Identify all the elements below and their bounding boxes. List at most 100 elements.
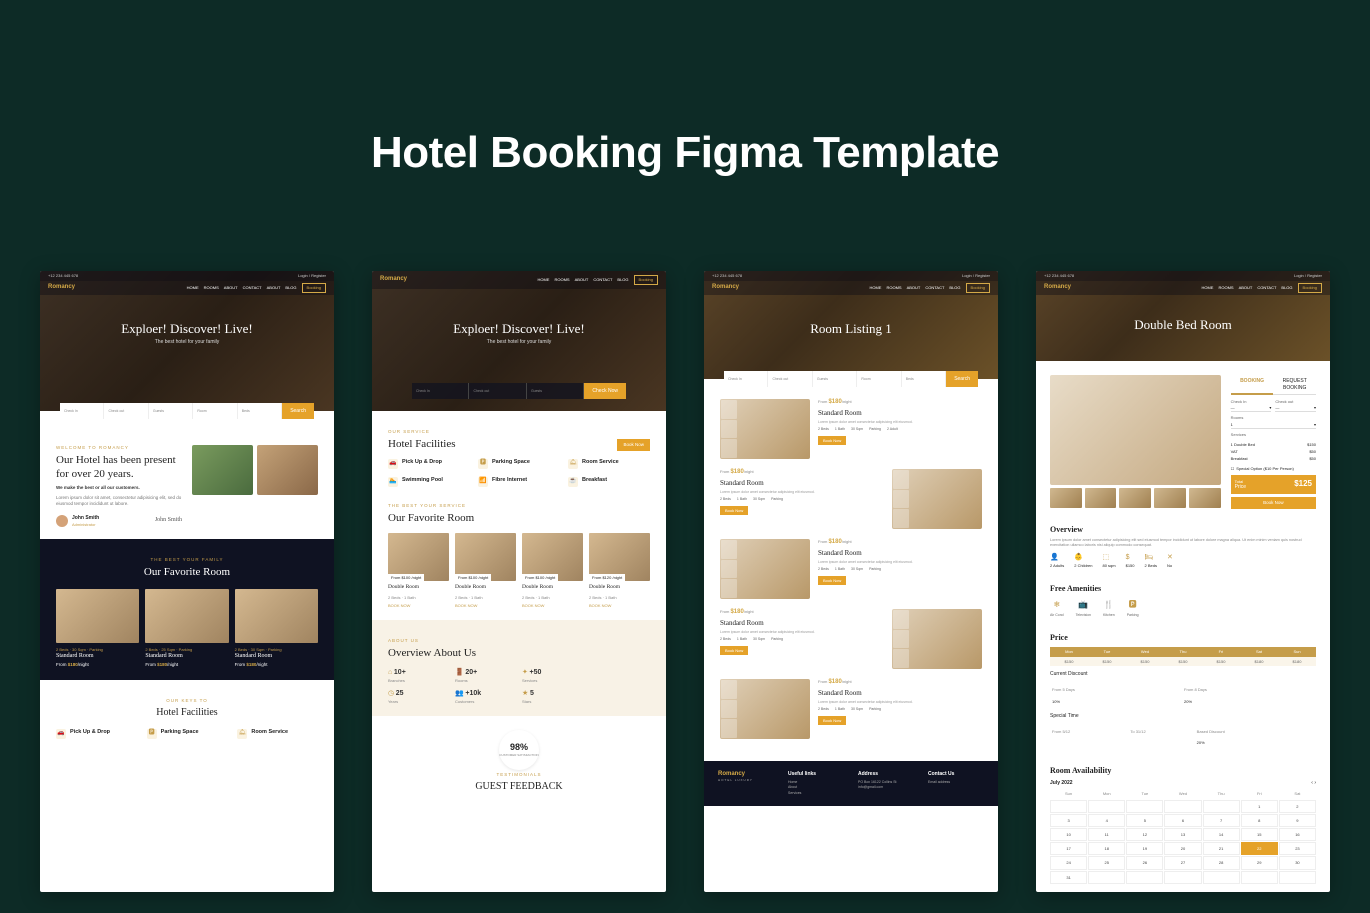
check-button[interactable]: Check Now bbox=[584, 383, 626, 399]
checkin-field[interactable]: Check In bbox=[60, 403, 104, 419]
calendar-day[interactable]: 27 bbox=[1164, 856, 1201, 869]
nav-link[interactable]: ROOMS bbox=[886, 285, 901, 290]
nav-link[interactable]: ABOUT bbox=[907, 285, 921, 290]
book-now-button[interactable]: Book Now bbox=[818, 436, 846, 445]
room-card[interactable]: From $100 /night Double Room 2 Beds · 1 … bbox=[455, 533, 516, 608]
beds-field[interactable]: Beds bbox=[238, 403, 282, 419]
tab-request[interactable]: REQUEST BOOKING bbox=[1273, 375, 1316, 395]
tab-booking[interactable]: BOOKING bbox=[1231, 375, 1274, 395]
calendar-day[interactable]: 6 bbox=[1164, 814, 1201, 827]
calendar-day[interactable]: 14 bbox=[1203, 828, 1240, 841]
room-image[interactable] bbox=[720, 539, 810, 599]
checkin-field[interactable]: Check In bbox=[412, 383, 469, 399]
book-now-link[interactable]: BOOK NOW bbox=[455, 603, 516, 608]
calendar-day[interactable]: 28 bbox=[1203, 856, 1240, 869]
calendar-day[interactable]: 1 bbox=[1241, 800, 1278, 813]
nav-link[interactable]: ROOMS bbox=[204, 285, 219, 290]
room-image[interactable] bbox=[720, 399, 810, 459]
calendar-day[interactable]: 12 bbox=[1126, 828, 1163, 841]
room-field[interactable]: Room bbox=[857, 371, 901, 387]
nav-link[interactable]: ROOMS bbox=[1218, 285, 1233, 290]
prev-month-button[interactable]: ‹ bbox=[1311, 780, 1313, 786]
calendar-day[interactable]: 30 bbox=[1279, 856, 1316, 869]
calendar-day[interactable]: 19 bbox=[1126, 842, 1163, 855]
guests-field[interactable]: Guests bbox=[149, 403, 193, 419]
nav-link[interactable]: CONTACT bbox=[1257, 285, 1276, 290]
calendar-day[interactable]: 13 bbox=[1164, 828, 1201, 841]
room-card[interactable]: From $120 /night Double Room 2 Beds · 1 … bbox=[589, 533, 650, 608]
nav-link[interactable]: HOME bbox=[869, 285, 881, 290]
preview-room-listing[interactable]: +12 234 445 678 Login / Register Romancy… bbox=[704, 271, 998, 892]
nav-link[interactable]: ABOUT bbox=[1239, 285, 1253, 290]
guests-field[interactable]: Guests bbox=[813, 371, 857, 387]
nav-link[interactable]: BLOG bbox=[1281, 285, 1292, 290]
calendar-day[interactable]: 8 bbox=[1241, 814, 1278, 827]
search-button[interactable]: Search bbox=[282, 403, 314, 419]
calendar-day[interactable]: 29 bbox=[1241, 856, 1278, 869]
checkbox-icon[interactable]: ☐ bbox=[1231, 466, 1235, 471]
booking-button[interactable]: Booking bbox=[634, 275, 658, 284]
calendar-day[interactable]: 2 bbox=[1279, 800, 1316, 813]
next-month-button[interactable]: › bbox=[1314, 780, 1316, 786]
nav-link[interactable]: CONTACT bbox=[243, 285, 262, 290]
room-card[interactable]: 2 Beds · 30 Sqm · Parking Standard Room … bbox=[56, 589, 139, 668]
room-card[interactable]: 2 Beds · 25 Sqm · Parking Standard Room … bbox=[145, 589, 228, 668]
logo[interactable]: Romancy bbox=[1044, 284, 1071, 292]
calendar-day[interactable]: 16 bbox=[1279, 828, 1316, 841]
calendar-day[interactable]: 4 bbox=[1088, 814, 1125, 827]
thumbnail[interactable] bbox=[1154, 488, 1186, 508]
special-option[interactable]: ☐Special Option ($10 Per Person) bbox=[1231, 466, 1316, 471]
preview-homepage-2[interactable]: Romancy HOME ROOMS ABOUT CONTACT BLOG Bo… bbox=[372, 271, 666, 892]
thumbnail[interactable] bbox=[1050, 488, 1082, 508]
nav-link[interactable]: BLOG bbox=[285, 285, 296, 290]
calendar-day[interactable]: 17 bbox=[1050, 842, 1087, 855]
calendar-day[interactable]: 22 bbox=[1241, 842, 1278, 855]
checkin-field[interactable]: Check In bbox=[724, 371, 768, 387]
logo[interactable]: Romancy bbox=[712, 284, 739, 292]
book-now-link[interactable]: BOOK NOW bbox=[388, 603, 449, 608]
calendar-day[interactable]: 15 bbox=[1241, 828, 1278, 841]
nav-link[interactable]: HOME bbox=[1201, 285, 1213, 290]
logo[interactable]: Romancy bbox=[380, 276, 407, 284]
booking-button[interactable]: Booking bbox=[302, 283, 326, 292]
booking-button[interactable]: Booking bbox=[966, 283, 990, 292]
nav-link[interactable]: CONTACT bbox=[925, 285, 944, 290]
topbar-auth[interactable]: Login / Register bbox=[298, 273, 326, 278]
room-image[interactable] bbox=[892, 469, 982, 529]
topbar-auth[interactable]: Login / Register bbox=[962, 273, 990, 278]
thumbnail[interactable] bbox=[1119, 488, 1151, 508]
book-now-button[interactable]: Book Now bbox=[720, 506, 748, 515]
room-main-image[interactable] bbox=[1050, 375, 1221, 485]
calendar-day[interactable]: 24 bbox=[1050, 856, 1087, 869]
nav-link[interactable]: BLOG bbox=[949, 285, 960, 290]
book-now-button[interactable]: Book Now bbox=[720, 646, 748, 655]
nav-link[interactable]: HOME bbox=[187, 285, 199, 290]
room-field[interactable]: Room bbox=[193, 403, 237, 419]
checkout-field[interactable]: Check out bbox=[768, 371, 812, 387]
nav-link[interactable]: BLOG bbox=[617, 277, 628, 282]
calendar-day[interactable]: 20 bbox=[1164, 842, 1201, 855]
calendar-day[interactable]: 21 bbox=[1203, 842, 1240, 855]
topbar-auth[interactable]: Login / Register bbox=[1294, 273, 1322, 278]
calendar-day[interactable]: 25 bbox=[1088, 856, 1125, 869]
nav-link[interactable]: HOME bbox=[537, 277, 549, 282]
calendar-day[interactable]: 9 bbox=[1279, 814, 1316, 827]
room-card[interactable]: From $100 /night Double Room 2 Beds · 1 … bbox=[388, 533, 449, 608]
calendar-day[interactable]: 7 bbox=[1203, 814, 1240, 827]
nav-link[interactable]: ABOUT bbox=[224, 285, 238, 290]
checkout-field[interactable]: Check out bbox=[469, 383, 526, 399]
nav-link[interactable]: ROOMS bbox=[554, 277, 569, 282]
calendar-day[interactable]: 23 bbox=[1279, 842, 1316, 855]
search-button[interactable]: Search bbox=[946, 371, 978, 387]
rooms-field[interactable]: Rooms1▾ bbox=[1231, 415, 1316, 428]
nav-link[interactable]: ABOUT bbox=[575, 277, 589, 282]
beds-field[interactable]: Beds bbox=[902, 371, 946, 387]
room-image[interactable] bbox=[892, 609, 982, 669]
calendar-day[interactable]: 18 bbox=[1088, 842, 1125, 855]
book-now-link[interactable]: BOOK NOW bbox=[522, 603, 583, 608]
calendar-day[interactable]: 5 bbox=[1126, 814, 1163, 827]
thumbnail[interactable] bbox=[1085, 488, 1117, 508]
book-now-button[interactable]: Book Now bbox=[1231, 497, 1316, 509]
calendar-day[interactable]: 31 bbox=[1050, 871, 1087, 884]
preview-room-detail[interactable]: +12 234 445 678 Login / Register Romancy… bbox=[1036, 271, 1330, 892]
